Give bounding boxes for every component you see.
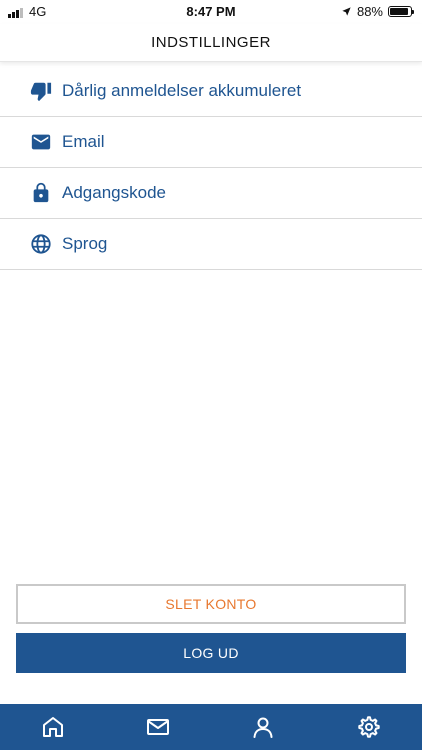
status-bar: 4G 8:47 PM 88% <box>0 0 422 24</box>
settings-item-password[interactable]: Adgangskode <box>0 168 422 219</box>
settings-item-bad-reviews[interactable]: Dårlig anmeldelser akkumuleret <box>0 66 422 117</box>
status-right: 88% <box>341 4 414 19</box>
envelope-icon <box>30 131 52 153</box>
settings-item-label: Email <box>62 132 105 151</box>
settings-item-label: Adgangskode <box>62 183 166 202</box>
home-icon[interactable] <box>41 715 65 739</box>
logout-button[interactable]: LOG UD <box>16 633 406 673</box>
globe-icon <box>30 233 52 255</box>
battery-icon <box>388 6 414 17</box>
settings-item-language[interactable]: Sprog <box>0 219 422 270</box>
battery-percent: 88% <box>356 4 383 19</box>
thumbs-down-icon <box>30 80 52 102</box>
profile-icon[interactable] <box>251 715 275 739</box>
settings-list: Dårlig anmeldelser akkumuleret Email Adg… <box>0 66 422 270</box>
bottom-tab-bar <box>0 704 422 750</box>
settings-gear-icon[interactable] <box>357 715 381 739</box>
location-arrow-icon <box>342 7 351 16</box>
settings-item-email[interactable]: Email <box>0 117 422 168</box>
settings-item-label: Dårlig anmeldelser akkumuleret <box>62 81 302 100</box>
header-bar: INDSTILLINGER <box>0 24 422 62</box>
mail-icon[interactable] <box>146 715 170 739</box>
delete-account-button[interactable]: SLET KONTO <box>16 584 406 624</box>
lock-icon <box>30 182 52 204</box>
settings-item-label: Sprog <box>62 234 108 253</box>
page-title: INDSTILLINGER <box>151 34 271 51</box>
